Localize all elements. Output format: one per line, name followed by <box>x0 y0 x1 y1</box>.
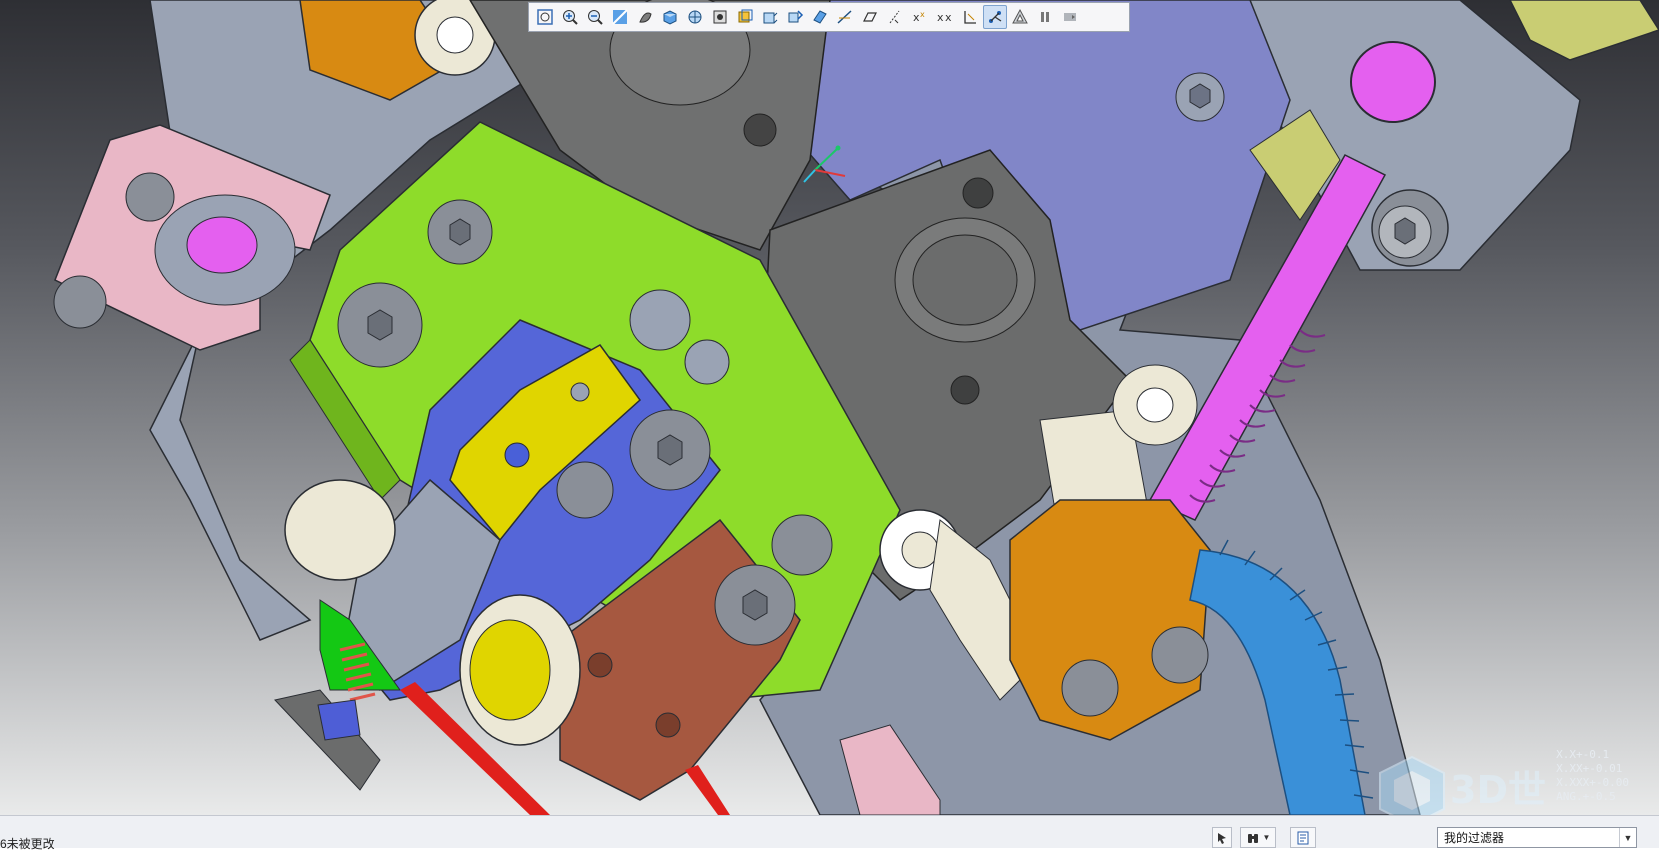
selection-filter-dropdown[interactable]: 我的过滤器 ▼ <box>1437 827 1637 848</box>
toolbar-button-zoom-in[interactable] <box>558 5 582 29</box>
perspective-icon <box>763 12 778 24</box>
graphics-window[interactable]: xxxx X.X+-0.1 X.XX+-0.01 X.XXX+-0.00 ANG… <box>0 0 1659 815</box>
shaded-icon <box>639 12 652 23</box>
document-icon <box>1297 831 1309 844</box>
layers-icon <box>738 9 753 23</box>
zoom-out-icon <box>588 10 603 25</box>
cad-model-viewport[interactable] <box>0 0 1659 815</box>
toolbar-button-section[interactable] <box>783 5 807 29</box>
status-message: 6未被更改 <box>0 837 55 851</box>
select-mode-button[interactable] <box>1212 827 1232 848</box>
chevron-down-icon: ▼ <box>1262 833 1271 842</box>
svg-text:x: x <box>920 10 925 19</box>
toolbar-button-point-display[interactable] <box>883 5 907 29</box>
svg-text:x: x <box>937 11 944 24</box>
toolbar-button-pause[interactable] <box>1033 5 1057 29</box>
toolbar-button-refit[interactable] <box>533 5 557 29</box>
tolerance-line: X.XX+-0.01 <box>1556 762 1623 775</box>
annotation-display-icon <box>964 11 976 24</box>
chevron-down-icon[interactable]: ▼ <box>1619 828 1636 847</box>
graphics-toolbar: xxxx <box>528 2 1130 32</box>
tolerance-line: ANG.+-0.5 <box>1556 790 1616 803</box>
svg-text:x: x <box>913 11 920 24</box>
toolbar-button-more[interactable] <box>1058 5 1082 29</box>
appearance-icon <box>713 10 727 24</box>
spin-center-icon <box>989 11 1002 23</box>
more-icon <box>1064 13 1076 21</box>
svg-text:x: x <box>945 11 952 24</box>
toolbar-button-csys-display[interactable]: xx <box>908 5 932 29</box>
zoom-fit-icon <box>537 9 553 25</box>
point-display-icon <box>889 10 900 24</box>
toolbar-button-spin-center[interactable] <box>983 5 1007 29</box>
status-bar: 6未被更改 ▼ 我的过滤器 ▼ <box>0 815 1659 851</box>
csys-display-icon: xx <box>913 10 925 24</box>
toolbar-button-axis-display[interactable] <box>858 5 882 29</box>
toolbar-button-saved-views[interactable] <box>658 5 682 29</box>
repaint-icon <box>612 9 628 25</box>
datum-display-icon <box>813 10 827 24</box>
toolbar-button-view-manager[interactable] <box>683 5 707 29</box>
toolbar-button-datum-display[interactable] <box>808 5 832 29</box>
zoom-in-icon <box>563 10 578 25</box>
socket-screw-right[interactable] <box>1371 189 1449 267</box>
toolbar-button-csys-tag[interactable]: xx <box>933 5 957 29</box>
tolerance-line: X.X+-0.1 <box>1556 748 1610 761</box>
tolerance-table: X.X+-0.1 X.XX+-0.01 X.XXX+-0.00 ANG.+-0.… <box>1556 748 1629 804</box>
toolbar-button-layers[interactable] <box>733 5 757 29</box>
toolbar-button-plane-display[interactable] <box>833 5 857 29</box>
pointer-icon <box>1218 832 1226 844</box>
simplified-rep-icon <box>1012 8 1028 24</box>
toolbar-button-display-style[interactable] <box>633 5 657 29</box>
olive-bracket[interactable] <box>1509 0 1659 61</box>
watermark-logo: 3D世 <box>1378 753 1548 815</box>
toolbar-button-simplified[interactable] <box>1008 5 1032 29</box>
axis-display-icon <box>863 12 877 22</box>
filter-value: 我的过滤器 <box>1444 831 1505 845</box>
model-tree-button[interactable] <box>1290 827 1316 848</box>
saved-view-icon <box>663 10 677 25</box>
csys-tag-icon: xx <box>937 11 952 24</box>
watermark-text: 3D世 <box>1450 768 1546 812</box>
tolerance-line: X.XXX+-0.00 <box>1556 776 1629 789</box>
view-manager-icon <box>688 10 702 24</box>
toolbar-button-repaint[interactable] <box>608 5 632 29</box>
toolbar-button-annotation-display[interactable] <box>958 5 982 29</box>
toolbar-button-zoom-out[interactable] <box>583 5 607 29</box>
binoculars-icon <box>1247 833 1258 843</box>
toolbar-button-appearance[interactable] <box>708 5 732 29</box>
smart-select-dropdown[interactable]: ▼ <box>1240 827 1276 848</box>
section-icon <box>788 10 804 23</box>
plane-display-icon <box>837 10 852 24</box>
toolbar-button-perspective[interactable] <box>758 5 782 29</box>
pause-icon <box>1041 12 1049 22</box>
